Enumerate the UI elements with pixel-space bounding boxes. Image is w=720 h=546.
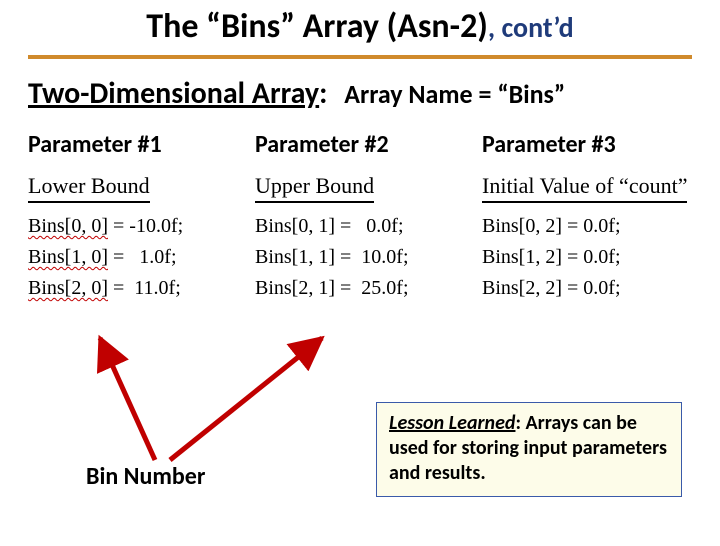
bin-index: Bins[1, 2] — [482, 246, 562, 268]
code-rest: = 0.0f; — [562, 215, 621, 237]
arrow-right-icon — [170, 338, 322, 460]
code-line: Bins[2, 2] = 0.0f; — [482, 273, 692, 304]
col-title-3: Initial Value of “count” — [482, 173, 687, 203]
bin-number-label: Bin Number — [86, 462, 205, 491]
bin-index: Bins[0, 2] — [482, 215, 562, 237]
param-label-2: Parameter #2 — [255, 130, 465, 159]
col-title-1: Lower Bound — [28, 173, 150, 203]
code-rest: = 0.0f; — [335, 215, 404, 237]
lesson-label: Lesson Learned — [389, 411, 515, 435]
bin-index: Bins[0, 0] — [28, 215, 108, 237]
code-line: Bins[2, 1] = 25.0f; — [255, 273, 465, 304]
array-name-label: Array Name = “Bins” — [344, 78, 565, 110]
code-line: Bins[0, 2] = 0.0f; — [482, 211, 692, 242]
divider-rule — [28, 55, 692, 59]
bin-index: Bins[1, 0] — [28, 246, 108, 268]
column-2: Parameter #2 Upper Bound Bins[0, 1] = 0.… — [255, 130, 465, 304]
code-rest: = 25.0f; — [335, 277, 409, 299]
bin-index: Bins[1, 1] — [255, 246, 335, 268]
arrow-left-icon — [100, 338, 155, 460]
code-line: Bins[1, 0] = 1.0f; — [28, 242, 238, 273]
title-contd: , cont’d — [488, 10, 574, 45]
code-line: Bins[2, 0] = 11.0f; — [28, 273, 238, 304]
column-1: Parameter #1 Lower Bound Bins[0, 0] = -1… — [28, 130, 238, 304]
bin-index: Bins[2, 1] — [255, 277, 335, 299]
subhead-lead: Two-Dimensional Array — [28, 75, 319, 112]
title-main: The “Bins” Array (Asn-2) — [146, 6, 488, 47]
col-title-2: Upper Bound — [255, 173, 374, 203]
code-rest: = 0.0f; — [562, 246, 621, 268]
bin-index: Bins[0, 1] — [255, 215, 335, 237]
code-rest: = 0.0f; — [562, 277, 621, 299]
lesson-learned-box: Lesson Learned: Arrays can be used for s… — [376, 402, 682, 497]
code-rest: = 1.0f; — [108, 246, 177, 268]
bin-index: Bins[2, 0] — [28, 277, 108, 299]
slide-title: The “Bins” Array (Asn-2), cont’d — [0, 6, 720, 47]
column-3: Parameter #3 Initial Value of “count” Bi… — [482, 130, 692, 304]
code-line: Bins[1, 1] = 10.0f; — [255, 242, 465, 273]
code-line: Bins[0, 0] = -10.0f; — [28, 211, 238, 242]
param-label-3: Parameter #3 — [482, 130, 692, 159]
subhead-colon: : — [319, 75, 327, 112]
param-label-1: Parameter #1 — [28, 130, 238, 159]
bin-index: Bins[2, 2] — [482, 277, 562, 299]
columns-container: Parameter #1 Lower Bound Bins[0, 0] = -1… — [28, 130, 692, 304]
slide: The “Bins” Array (Asn-2), cont’d Two-Dim… — [0, 6, 720, 546]
code-rest: = 11.0f; — [108, 277, 181, 299]
subheading: Two-Dimensional Array: Array Name = “Bin… — [28, 75, 692, 112]
code-rest: = 10.0f; — [335, 246, 409, 268]
code-line: Bins[0, 1] = 0.0f; — [255, 211, 465, 242]
code-line: Bins[1, 2] = 0.0f; — [482, 242, 692, 273]
code-rest: = -10.0f; — [108, 215, 183, 237]
